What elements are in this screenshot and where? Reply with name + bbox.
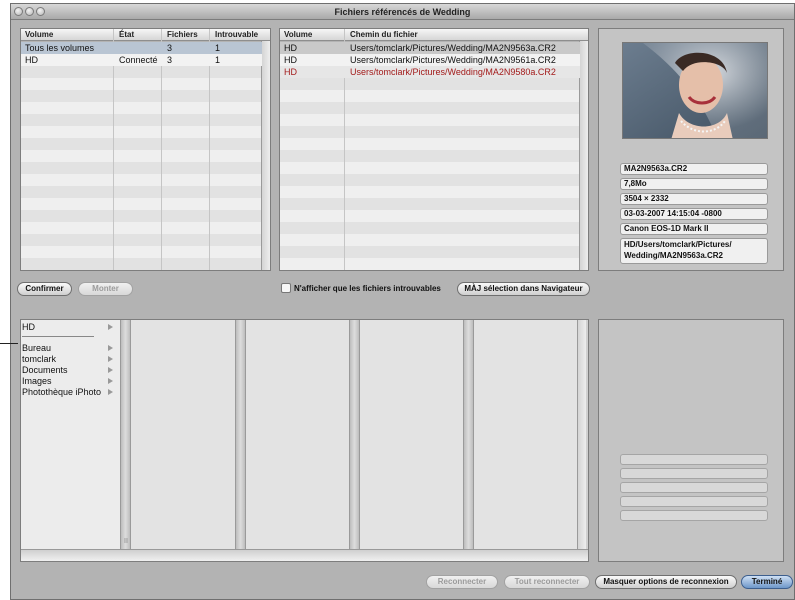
disclosure-arrow-icon [108, 389, 113, 395]
browser-item-iphoto-library[interactable]: Photothèque iPhoto [22, 387, 101, 397]
col-files[interactable]: Fichiers [167, 30, 198, 39]
column-grip-icon: II [124, 538, 128, 545]
volumes-scrollbar[interactable] [261, 41, 270, 270]
browser-column-2 [131, 320, 235, 549]
info-dimensions: 3504 × 2332 [620, 193, 768, 205]
info-size: 7,8Mo [620, 178, 768, 190]
confirm-button[interactable]: Confirmer [17, 282, 72, 296]
table-row[interactable]: HD Users/tomclark/Pictures/Wedding/MA2N9… [280, 42, 580, 54]
candidate-info-field [620, 454, 768, 465]
window-title: Fichiers référencés de Wedding [334, 7, 471, 17]
col-path[interactable]: Chemin du fichier [350, 30, 418, 39]
mount-button[interactable]: Monter [78, 282, 133, 296]
candidate-info-field [620, 482, 768, 493]
disclosure-arrow-icon [108, 345, 113, 351]
photo-thumbnail [622, 42, 768, 139]
column-resize-handle[interactable] [235, 320, 246, 549]
disclosure-arrow-icon [108, 378, 113, 384]
column-resize-handle[interactable] [349, 320, 360, 549]
table-row[interactable]: Tous les volumes 3 1 [21, 42, 262, 54]
volumes-table-header: Volume État Fichiers Introuvable [21, 29, 270, 41]
browser-item-hd[interactable]: HD [22, 322, 35, 332]
col-state[interactable]: État [119, 30, 134, 39]
table-row[interactable]: HD Users/tomclark/Pictures/Wedding/MA2N9… [280, 54, 580, 66]
browser-separator [22, 336, 94, 337]
title-bar: Fichiers référencés de Wedding [11, 4, 794, 20]
col-missing[interactable]: Introuvable [215, 30, 258, 39]
browser-item-user[interactable]: tomclark [22, 354, 56, 364]
info-camera: Canon EOS-1D Mark II [620, 223, 768, 235]
browser-column-3 [246, 320, 349, 549]
table-row[interactable]: HD Connecté 3 1 [21, 54, 262, 66]
info-filename: MA2N9563a.CR2 [620, 163, 768, 175]
browser-column-4 [360, 320, 463, 549]
column-resize-handle[interactable] [120, 320, 131, 549]
hide-options-button[interactable]: Masquer options de reconnexion [595, 575, 737, 589]
disclosure-arrow-icon [108, 324, 113, 330]
candidate-info-field [620, 496, 768, 507]
browser-column-5 [474, 320, 577, 549]
missing-only-label: N'afficher que les fichiers introuvables [294, 284, 441, 293]
col-volume[interactable]: Volume [25, 30, 53, 39]
files-scrollbar[interactable] [579, 41, 588, 270]
info-path: HD/Users/tomclark/Pictures/ Wedding/MA2N… [620, 238, 768, 264]
browser-scrollbar[interactable] [577, 320, 586, 549]
reconnect-all-button[interactable]: Tout reconnecter [504, 575, 590, 589]
files-table-header: Volume Chemin du fichier [280, 29, 588, 41]
callout-line [0, 343, 18, 344]
candidate-info-panel [598, 319, 784, 562]
candidate-info-field [620, 468, 768, 479]
candidate-info-field [620, 510, 768, 521]
disclosure-arrow-icon [108, 367, 113, 373]
done-button[interactable]: Terminé [741, 575, 793, 589]
disclosure-arrow-icon [108, 356, 113, 362]
browser-item-documents[interactable]: Documents [22, 365, 68, 375]
files-table: Volume Chemin du fichier HD Users/tomcla… [279, 28, 589, 271]
browser-item-desktop[interactable]: Bureau [22, 343, 51, 353]
browser-hscrollbar[interactable] [21, 549, 588, 561]
table-row-missing[interactable]: HD Users/tomclark/Pictures/Wedding/MA2N9… [280, 66, 580, 78]
volumes-table: Volume État Fichiers Introuvable Tous le… [20, 28, 271, 271]
reconnect-button[interactable]: Reconnecter [426, 575, 498, 589]
update-selection-button[interactable]: MÀJ sélection dans Navigateur [457, 282, 590, 296]
bride-photo-icon [623, 43, 767, 138]
browser-item-images[interactable]: Images [22, 376, 52, 386]
column-resize-handle[interactable] [463, 320, 474, 549]
info-date: 03-03-2007 14:15:04 -0800 [620, 208, 768, 220]
col-volume[interactable]: Volume [284, 30, 312, 39]
missing-only-checkbox[interactable] [281, 283, 291, 293]
